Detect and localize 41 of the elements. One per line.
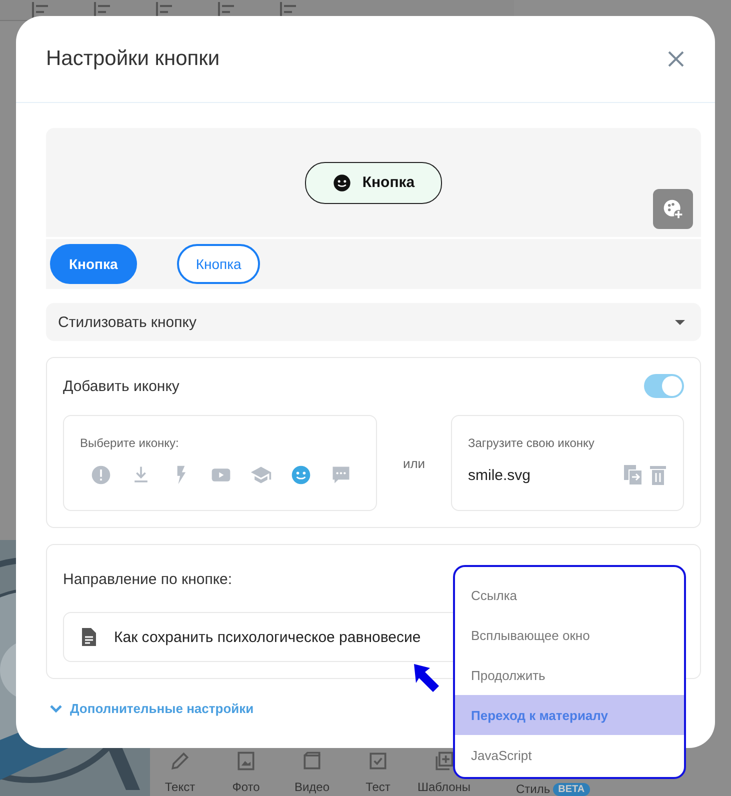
caret-icon xyxy=(675,320,685,324)
dialog-title: Настройки кнопки xyxy=(46,47,220,71)
chevron-down-icon xyxy=(50,704,62,712)
style-preset-button[interactable]: Кнопка xyxy=(50,244,137,284)
toolbar-label[interactable]: Фото xyxy=(232,780,260,794)
toolbar-label[interactable]: Тест xyxy=(366,780,390,794)
menu-item[interactable]: Всплывающее окно xyxy=(455,615,684,655)
section-title: Добавить иконку xyxy=(63,378,180,394)
toggle-switch[interactable] xyxy=(644,374,684,398)
toolbar-label[interactable]: Текст xyxy=(164,780,196,794)
beta-badge: BETA xyxy=(553,783,590,796)
toolbar-label[interactable]: Шаблоны xyxy=(417,780,471,794)
close-icon[interactable] xyxy=(667,50,685,68)
document-icon xyxy=(82,628,96,646)
upload-label: Загрузите свою иконку xyxy=(468,436,596,450)
toolbar-label[interactable]: Видео xyxy=(294,780,330,794)
check-icon[interactable] xyxy=(367,750,389,772)
video-icon[interactable] xyxy=(301,750,323,772)
file-name: smile.svg xyxy=(468,466,531,484)
chat-icon[interactable] xyxy=(330,464,352,486)
graduation-icon[interactable] xyxy=(250,464,272,486)
photo-icon[interactable] xyxy=(235,750,257,772)
menu-item[interactable]: JavaScript xyxy=(455,735,684,775)
picker-label: Выберите иконку: xyxy=(80,436,180,450)
templates-icon[interactable] xyxy=(433,750,455,772)
smile-icon[interactable] xyxy=(290,464,312,486)
palette-button[interactable] xyxy=(653,189,693,229)
more-settings-link[interactable]: Дополнительные настройки xyxy=(46,701,254,716)
smile-icon xyxy=(332,172,352,192)
pen-icon[interactable] xyxy=(169,750,191,772)
menu-item[interactable]: Переход к материалу xyxy=(455,695,684,735)
or-label: или xyxy=(402,456,426,470)
trash-icon[interactable] xyxy=(649,464,667,486)
toolbar-label[interactable]: Стиль xyxy=(516,782,550,796)
menu-item[interactable]: Ссылка xyxy=(455,575,684,615)
replace-icon[interactable] xyxy=(623,464,643,486)
alert-icon[interactable] xyxy=(90,464,112,486)
style-preset-button[interactable]: Кнопка xyxy=(176,244,260,284)
palette-icon xyxy=(662,198,684,220)
style-select[interactable]: Стилизовать кнопку xyxy=(46,303,701,341)
section-title: Направление по кнопке: xyxy=(63,571,234,588)
